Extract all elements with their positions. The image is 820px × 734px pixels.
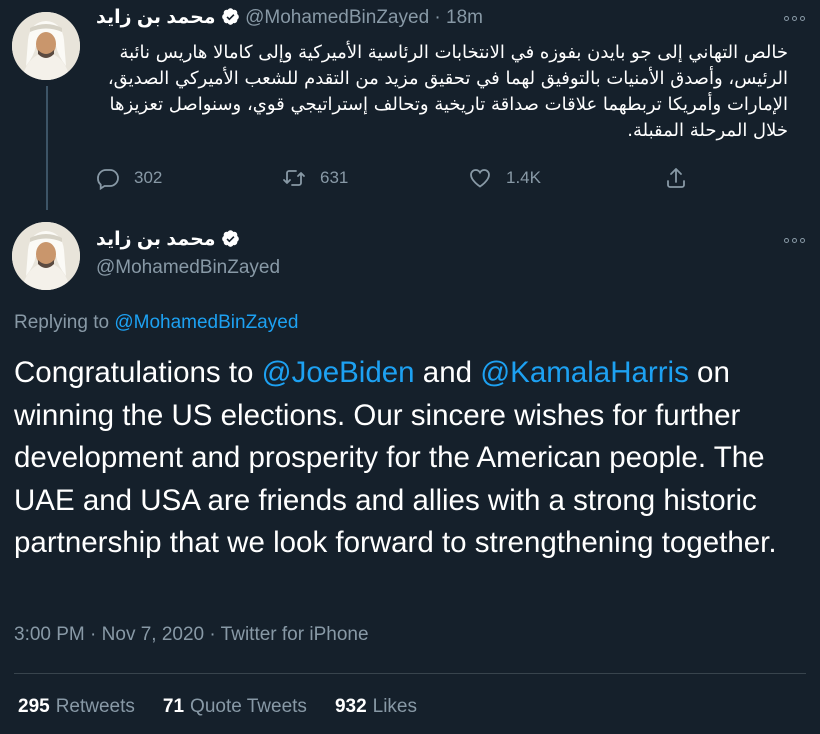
tweet1-separator: ·: [434, 7, 441, 28]
tweet1-text: خالص التهاني إلى جو بايدن بفوزه في الانت…: [107, 42, 788, 141]
like-button[interactable]: 1.4K: [468, 166, 541, 190]
reply-icon: [97, 169, 119, 190]
tweet2-text: Congratulations to @JoeBiden and @Kamala…: [14, 352, 810, 565]
tweet-source[interactable]: Twitter for iPhone: [221, 624, 369, 645]
avatar[interactable]: [12, 222, 80, 290]
retweets-stat[interactable]: 295 Retweets: [18, 696, 135, 718]
tweet1-actions: 302 631 1.4K: [96, 166, 696, 196]
quote-tweets-stat[interactable]: 71 Quote Tweets: [163, 696, 307, 718]
mention-kamalaharris[interactable]: @KamalaHarris: [480, 356, 689, 389]
retweets-count: 295: [18, 696, 50, 717]
tweet2-author-name[interactable]: محمد بن زايد: [96, 229, 216, 250]
tweet-text-part: Congratulations to: [14, 356, 262, 389]
quote-tweets-count: 71: [162, 696, 185, 717]
retweet-button[interactable]: 631: [282, 166, 348, 190]
tweet1-timestamp[interactable]: 18m: [446, 7, 483, 28]
likes-stat[interactable]: 932 Likes: [335, 696, 417, 718]
replying-to-handle[interactable]: @MohamedBinZayed: [114, 312, 298, 333]
retweet-count: 631: [320, 168, 349, 187]
tweet2-meta: 3:00 PM · Nov 7, 2020 · Twitter for iPho…: [14, 624, 369, 646]
retweet-icon: [283, 170, 305, 186]
share-icon: [667, 168, 685, 188]
tweet1-author-name[interactable]: محمد بن زايد: [96, 7, 216, 28]
tweet-date[interactable]: Nov 7, 2020: [102, 624, 204, 645]
mention-joebiden[interactable]: @JoeBiden: [262, 356, 415, 389]
verified-badge-icon: [221, 230, 239, 247]
avatar[interactable]: [12, 12, 80, 80]
more-icon[interactable]: [784, 238, 805, 243]
tweet2-author-handle[interactable]: @MohamedBinZayed: [96, 257, 280, 279]
more-icon[interactable]: [784, 16, 805, 21]
tweet2-stats: 295 Retweets 71 Quote Tweets 932 Likes: [18, 696, 417, 718]
thread-connector-line: [46, 86, 48, 210]
heart-icon: [470, 169, 490, 188]
reply-button[interactable]: 302: [96, 166, 162, 190]
meta-separator: ·: [204, 624, 221, 645]
tweet-time[interactable]: 3:00 PM: [14, 624, 85, 645]
reply-count: 302: [134, 168, 163, 187]
verified-badge-icon: [221, 8, 239, 25]
tweet2-author-name-row[interactable]: محمد بن زايد: [96, 228, 240, 251]
tweet-text-part: and: [414, 356, 481, 389]
quote-tweets-label: Quote Tweets: [190, 696, 307, 717]
avatar-image: [12, 12, 80, 80]
tweet1-author-handle[interactable]: @MohamedBinZayed: [245, 7, 429, 28]
avatar-image: [12, 222, 80, 290]
replying-to-label: Replying to: [14, 312, 115, 333]
retweets-label: Retweets: [55, 696, 135, 717]
likes-label: Likes: [372, 696, 417, 717]
divider: [14, 673, 806, 674]
like-count: 1.4K: [506, 168, 541, 187]
replying-to: Replying to @MohamedBinZayed: [14, 312, 298, 334]
share-button[interactable]: [664, 166, 688, 190]
meta-separator: ·: [84, 624, 102, 645]
likes-count: 932: [334, 696, 367, 717]
tweet1-header: محمد بن زايد @MohamedBinZayed · 18m: [96, 6, 483, 29]
